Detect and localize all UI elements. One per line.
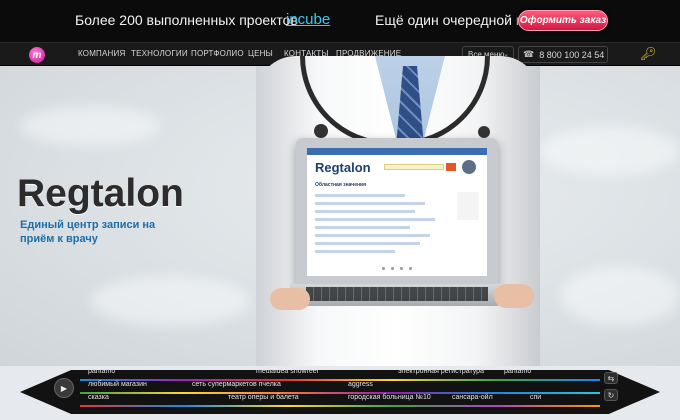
screen-topbar bbox=[307, 148, 487, 155]
key-icon[interactable]: 🔑︎ bbox=[640, 46, 657, 62]
incube-link[interactable]: incube bbox=[286, 11, 330, 28]
project-link[interactable]: сансара-ойл bbox=[452, 394, 493, 401]
project-link[interactable]: pantamo bbox=[504, 368, 531, 375]
cloud-decoration bbox=[20, 106, 160, 146]
doctor-hand-right bbox=[494, 284, 534, 308]
project-link[interactable]: городская больница №10 bbox=[348, 394, 431, 401]
nav-item-company[interactable]: КОМПАНИЯ bbox=[78, 49, 125, 58]
screen-subtitle: Областная значения bbox=[315, 182, 367, 188]
hero-subtitle: Единый центр записи на приём к врачу bbox=[20, 219, 156, 245]
project-link[interactable]: сказка bbox=[88, 394, 109, 401]
screen-list-line bbox=[315, 226, 410, 229]
refresh-icon[interactable]: ↻ bbox=[604, 389, 618, 401]
project-link[interactable]: mediaidea showreel bbox=[256, 368, 318, 375]
cloud-decoration bbox=[560, 266, 680, 326]
phone-box[interactable]: ☎ 8 800 100 24 54 bbox=[518, 46, 608, 63]
screen-search-field bbox=[384, 164, 444, 170]
color-stripe bbox=[80, 405, 600, 407]
shuffle-icon[interactable]: ⇆ bbox=[604, 372, 618, 384]
laptop-screen: Regtalon Областная значения bbox=[307, 148, 487, 276]
cloud-decoration bbox=[90, 276, 250, 326]
project-link[interactable]: pantamo bbox=[88, 368, 115, 375]
stethoscope-end bbox=[314, 124, 328, 138]
laptop-keyboard bbox=[306, 287, 488, 301]
screen-emblem bbox=[462, 160, 476, 174]
project-link[interactable]: aggress bbox=[348, 381, 373, 388]
screen-list-line bbox=[315, 202, 425, 205]
stethoscope-end bbox=[478, 126, 490, 138]
project-link[interactable]: спи bbox=[530, 394, 541, 401]
screen-pager-dots bbox=[307, 267, 487, 270]
project-link[interactable]: театр оперы и балета bbox=[228, 394, 299, 401]
nav-item-portfolio[interactable]: ПОРТФОЛИО bbox=[191, 49, 244, 58]
logo-icon[interactable]: m bbox=[29, 47, 45, 63]
doctor-hand-left bbox=[270, 288, 310, 310]
screen-list-line bbox=[315, 194, 405, 197]
screen-list-line bbox=[315, 218, 435, 221]
phone-number: 8 800 100 24 54 bbox=[539, 49, 605, 60]
screen-list-line bbox=[315, 234, 430, 237]
screen-list-line bbox=[315, 242, 420, 245]
promo-bar: Более 200 выполненных проектов incube Ещ… bbox=[0, 0, 680, 42]
screen-title: Regtalon bbox=[315, 160, 371, 175]
project-link[interactable]: любимый магазин bbox=[88, 381, 147, 388]
screen-search-button bbox=[446, 163, 456, 171]
nav-item-technologies[interactable]: ТЕХНОЛОГИИ bbox=[131, 49, 188, 58]
play-icon[interactable]: ▶ bbox=[54, 378, 74, 398]
nav-item-prices[interactable]: ЦЕНЫ bbox=[248, 49, 273, 58]
project-link[interactable]: сеть супермаркетов пчелка bbox=[192, 381, 281, 388]
hero-title: Regtalon bbox=[17, 172, 184, 215]
screen-list-line bbox=[315, 250, 395, 253]
screen-list-line bbox=[315, 210, 415, 213]
project-link[interactable]: электронная регистратура bbox=[398, 368, 484, 375]
order-button[interactable]: Оформить заказ bbox=[518, 10, 608, 31]
cloud-decoration bbox=[540, 126, 680, 176]
screen-doctor-figure bbox=[457, 180, 479, 220]
projects-count-text: Более 200 выполненных проектов bbox=[75, 12, 298, 28]
phone-icon: ☎ bbox=[523, 49, 535, 59]
